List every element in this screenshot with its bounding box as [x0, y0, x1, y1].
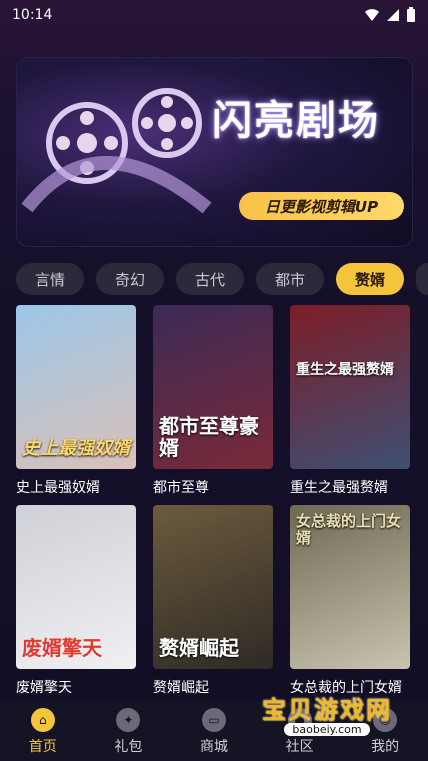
category-chip-dushi[interactable]: 都市 [256, 263, 324, 295]
cover-title-art: 废婿擎天 [22, 636, 102, 660]
shop-icon: ▭ [201, 707, 226, 732]
drama-title[interactable]: 都市至尊 [153, 469, 273, 505]
promo-banner[interactable]: 闪亮剧场 日更影视剪辑UP [16, 57, 413, 247]
nav-label: 首页 [28, 738, 57, 755]
cover-title-art: 史上最强奴婿 [22, 438, 130, 460]
cover-title-art: 重生之最强赘婿 [296, 362, 394, 378]
category-tabs: 言情 奇幻 古代 都市 赘婿 [16, 263, 428, 297]
wifi-icon [365, 9, 379, 21]
drama-cover[interactable]: 女总裁的上门女婿 [290, 505, 410, 669]
status-bar: 10:14 [0, 0, 428, 30]
category-chip-gudai[interactable]: 古代 [176, 263, 244, 295]
nav-item-gift[interactable]: ✦ 礼包 [93, 707, 163, 756]
watermark-url: baobeiy.com [284, 723, 370, 736]
status-time: 10:14 [12, 7, 53, 23]
category-chip-more[interactable] [416, 263, 428, 295]
drama-title[interactable]: 重生之最强赘婿 [290, 469, 410, 505]
drama-cover[interactable]: 史上最强奴婿 [16, 305, 136, 469]
drama-card[interactable]: 废婿擎天 废婿擎天 [16, 505, 136, 705]
drama-cover[interactable]: 赘婿崛起 [153, 505, 273, 669]
category-chip-yanqing[interactable]: 言情 [16, 263, 84, 295]
drama-card[interactable]: 重生之最强赘婿 重生之最强赘婿 [290, 305, 410, 505]
drama-cover[interactable]: 都市至尊豪婿 [153, 305, 273, 469]
drama-title[interactable]: 史上最强奴婿 [16, 469, 136, 505]
drama-cover[interactable]: 废婿擎天 [16, 505, 136, 669]
nav-label: 商城 [199, 738, 228, 755]
drama-grid: 史上最强奴婿 史上最强奴婿 都市至尊豪婿 都市至尊 重生之最强赘婿 重生之最强赘… [16, 305, 412, 705]
drama-card[interactable]: 女总裁的上门女婿 女总裁的上门女婿 [290, 505, 410, 705]
home-icon: ⌂ [30, 707, 55, 732]
nav-label: 礼包 [114, 738, 143, 755]
category-chip-qihuan[interactable]: 奇幻 [96, 263, 164, 295]
category-chip-zhuixu[interactable]: 赘婿 [336, 263, 404, 295]
drama-title[interactable]: 废婿擎天 [16, 669, 136, 705]
nav-item-home[interactable]: ⌂ 首页 [8, 707, 78, 756]
banner-title: 闪亮剧场 [212, 98, 380, 144]
drama-card[interactable]: 都市至尊豪婿 都市至尊 [153, 305, 273, 505]
signal-icon [387, 9, 399, 21]
gift-icon: ✦ [116, 707, 141, 732]
cover-title-art: 都市至尊豪婿 [159, 414, 259, 460]
drama-card[interactable]: 赘婿崛起 赘婿崛起 [153, 505, 273, 705]
film-reel-icon [21, 88, 212, 214]
site-watermark: 宝贝游戏网 baobeiy.com [252, 690, 402, 750]
nav-item-shop[interactable]: ▭ 商城 [179, 707, 249, 756]
watermark-text: 宝贝游戏网 [262, 696, 392, 724]
drama-card[interactable]: 史上最强奴婿 史上最强奴婿 [16, 305, 136, 505]
cover-title-art: 赘婿崛起 [159, 636, 239, 660]
banner-subtitle: 日更影视剪辑UP [239, 192, 404, 220]
status-icons [364, 7, 416, 23]
drama-cover[interactable]: 重生之最强赘婿 [290, 305, 410, 469]
cover-title-art: 女总裁的上门女婿 [296, 512, 402, 547]
battery-icon [407, 7, 415, 22]
